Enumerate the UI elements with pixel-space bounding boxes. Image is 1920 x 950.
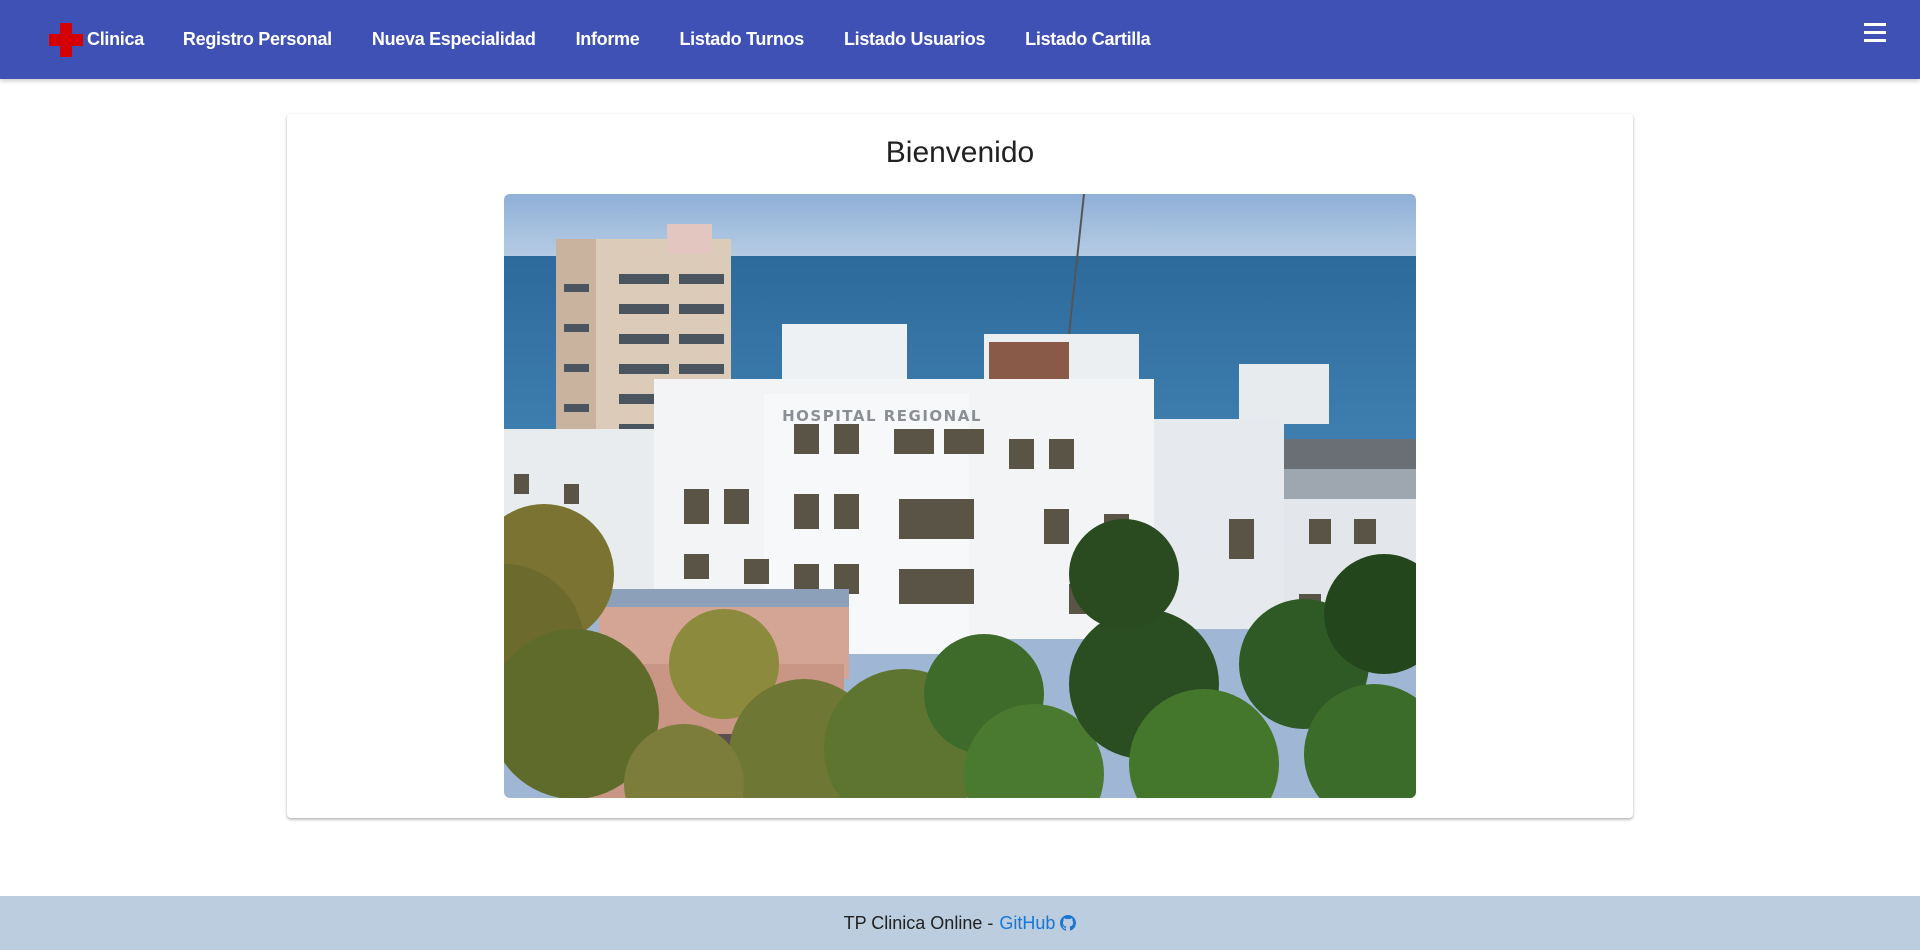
brand-label: Clinica bbox=[87, 29, 144, 49]
hospital-sign-text: HOSPITAL REGIONAL bbox=[782, 407, 982, 425]
nav-listado-cartilla[interactable]: Listado Cartilla bbox=[1025, 29, 1151, 50]
nav-menu: Registro Personal Nueva Especialidad Inf… bbox=[183, 29, 1151, 50]
github-link[interactable]: GitHub bbox=[999, 912, 1077, 934]
nav-listado-turnos[interactable]: Listado Turnos bbox=[679, 29, 804, 50]
footer-text: TP Clinica Online - bbox=[843, 912, 994, 933]
brand-link[interactable]: Clinica bbox=[48, 22, 183, 58]
red-cross-icon bbox=[48, 22, 84, 58]
page-title: Bienvenido bbox=[885, 136, 1035, 169]
github-link-label: GitHub bbox=[999, 912, 1056, 933]
github-icon bbox=[1060, 915, 1077, 931]
welcome-card: Bienvenido HOSPITAL REGIONAL bbox=[287, 114, 1633, 818]
page-footer: TP Clinica Online - GitHub bbox=[0, 896, 1920, 950]
nav-nueva-especialidad[interactable]: Nueva Especialidad bbox=[372, 29, 536, 50]
nav-listado-usuarios[interactable]: Listado Usuarios bbox=[844, 29, 986, 50]
hospital-photo: HOSPITAL REGIONAL bbox=[504, 194, 1416, 798]
top-navbar: Clinica Registro Personal Nueva Especial… bbox=[0, 0, 1920, 79]
hamburger-menu-icon[interactable] bbox=[1864, 20, 1890, 44]
nav-informe[interactable]: Informe bbox=[576, 29, 640, 50]
nav-registro-personal[interactable]: Registro Personal bbox=[183, 29, 332, 50]
